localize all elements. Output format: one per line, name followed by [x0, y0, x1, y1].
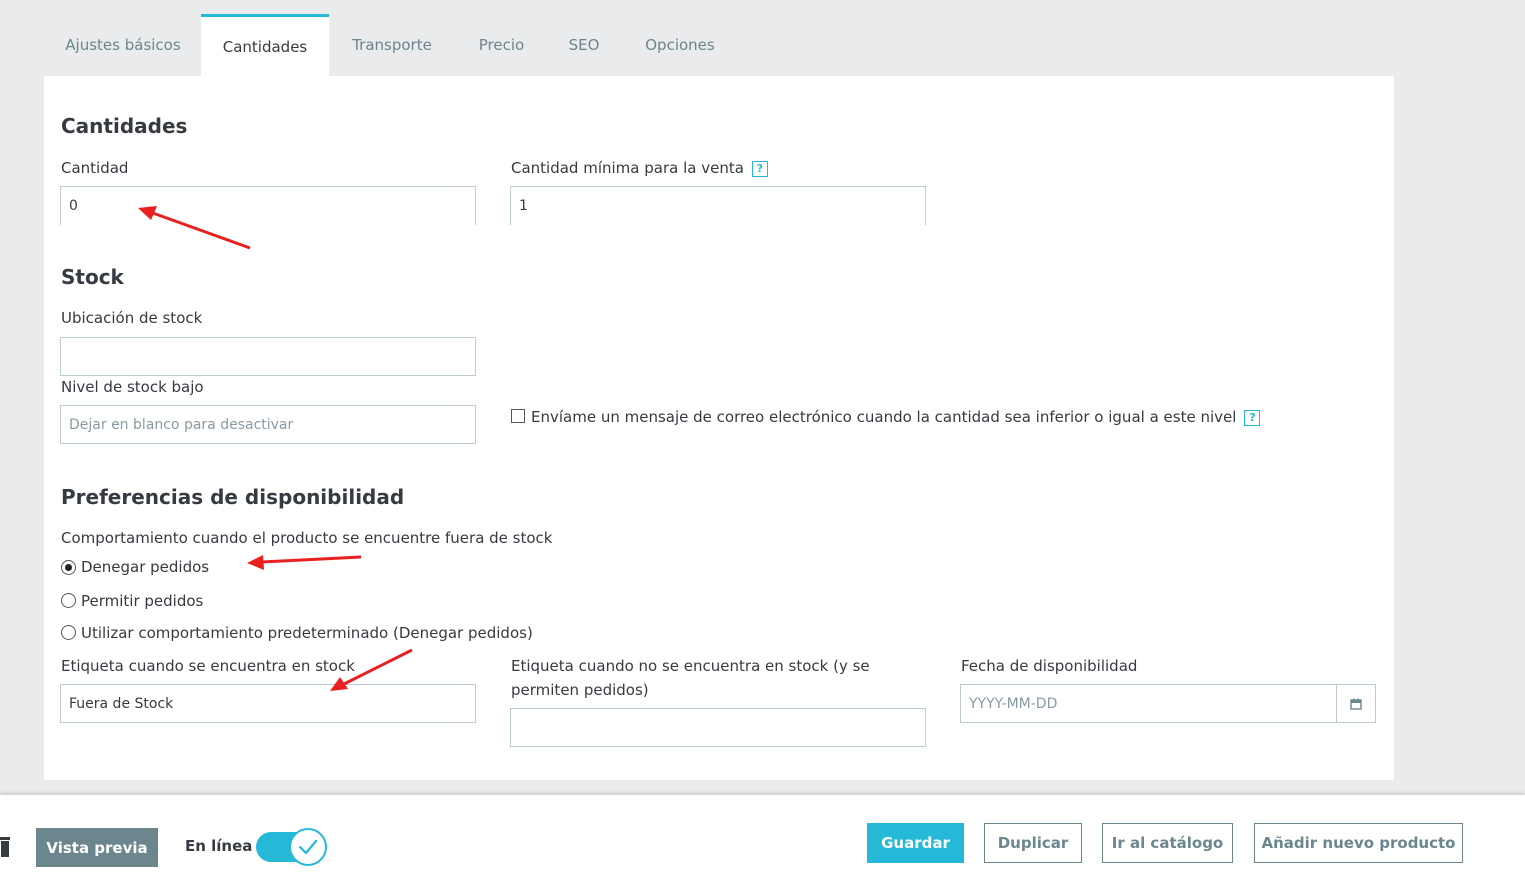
add-new-product-button[interactable]: Añadir nuevo producto	[1254, 823, 1463, 863]
save-button[interactable]: Guardar	[867, 823, 964, 863]
annotation-arrows	[138, 206, 413, 691]
trash-icon[interactable]	[0, 837, 10, 857]
annotation-arrow	[138, 206, 251, 250]
online-label: En línea	[185, 837, 253, 855]
online-toggle[interactable]	[256, 826, 328, 866]
preview-button[interactable]: Vista previa	[36, 828, 158, 867]
online-toggle-switch	[256, 828, 327, 866]
duplicate-button[interactable]: Duplicar	[984, 823, 1082, 863]
go-to-catalog-button[interactable]: Ir al catálogo	[1102, 823, 1233, 863]
annotation-arrow	[247, 555, 362, 570]
annotation-arrow	[330, 648, 413, 691]
